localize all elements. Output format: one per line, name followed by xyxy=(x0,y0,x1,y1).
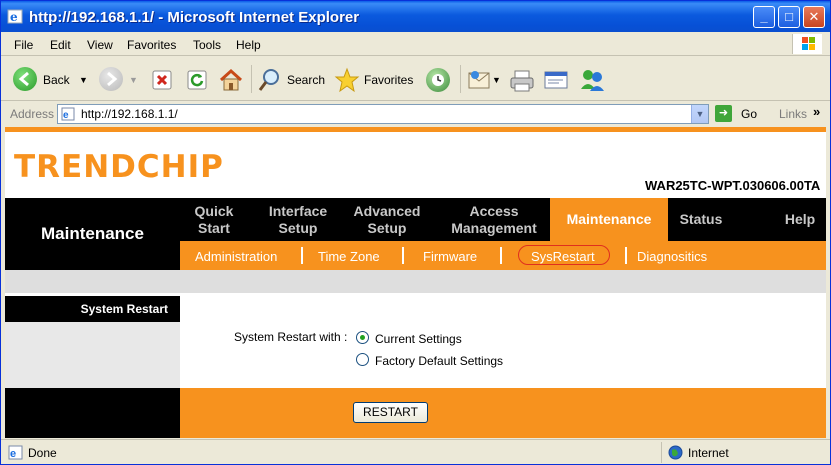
go-arrow-icon[interactable]: ➜ xyxy=(715,105,732,122)
gray-divider xyxy=(5,270,826,293)
messenger-icon[interactable] xyxy=(578,67,606,93)
favorites-button[interactable]: Favorites xyxy=(334,67,416,93)
current-settings-label[interactable]: Current Settings xyxy=(375,332,462,346)
factory-default-label[interactable]: Factory Default Settings xyxy=(375,354,503,368)
forward-arrow-icon xyxy=(99,67,123,91)
browser-window: e http://192.168.1.1/ - Microsoft Intern… xyxy=(0,0,831,465)
restart-with-label: System Restart with : xyxy=(234,330,348,344)
subnav-separator xyxy=(500,247,502,264)
home-icon[interactable] xyxy=(218,67,244,93)
minimize-button[interactable]: _ xyxy=(753,6,775,28)
tab-advanced-setup[interactable]: Advanced Setup xyxy=(347,198,427,241)
sub-nav: Administration Time Zone Firmware SysRes… xyxy=(180,241,826,270)
tab-interface-setup[interactable]: Interface Setup xyxy=(258,198,338,241)
left-panel xyxy=(5,322,180,388)
radio-factory-default[interactable] xyxy=(356,353,369,366)
restart-button[interactable]: RESTART xyxy=(353,402,428,423)
radio-current-settings[interactable] xyxy=(356,331,369,344)
history-icon[interactable] xyxy=(426,68,450,92)
address-label: Address xyxy=(10,107,55,121)
menu-help[interactable]: Help xyxy=(236,38,261,52)
print-icon[interactable] xyxy=(509,69,535,93)
menu-edit[interactable]: Edit xyxy=(50,38,71,52)
back-button[interactable]: Back ▼ xyxy=(13,67,93,93)
mail-icon[interactable]: ▼ xyxy=(467,69,501,91)
toolbar-separator xyxy=(460,65,461,93)
toolbar: Back ▼ ▼ Search Favorites ▼ xyxy=(1,57,830,101)
search-button[interactable]: Search xyxy=(258,67,328,93)
subnav-time-zone[interactable]: Time Zone xyxy=(318,249,380,264)
subnav-firmware[interactable]: Firmware xyxy=(423,249,477,264)
subnav-separator xyxy=(402,247,404,264)
edit-icon[interactable] xyxy=(543,69,569,91)
page-content: TRENDCHIP WAR25TC-WPT.030606.00TA Mainte… xyxy=(5,127,826,438)
menu-file[interactable]: File xyxy=(14,38,33,52)
system-restart-label: System Restart xyxy=(80,302,168,316)
menu-bar: File Edit View Favorites Tools Help xyxy=(1,32,830,56)
model-label: WAR25TC-WPT.030606.00TA xyxy=(645,178,821,193)
tab-access-management[interactable]: Access Management xyxy=(438,198,550,241)
section-title: Maintenance xyxy=(41,224,144,243)
header-accent-bar xyxy=(5,127,826,132)
subnav-separator xyxy=(625,247,627,264)
maximize-button[interactable]: □ xyxy=(778,6,800,28)
svg-text:e: e xyxy=(10,10,18,24)
address-input[interactable]: e http://192.168.1.1/ ▼ xyxy=(57,104,709,124)
svg-text:e: e xyxy=(10,448,16,460)
title-bar: e http://192.168.1.1/ - Microsoft Intern… xyxy=(1,1,830,32)
section-header: Maintenance xyxy=(5,198,180,270)
forward-dropdown-icon[interactable]: ▼ xyxy=(129,75,138,85)
status-separator xyxy=(661,442,662,463)
tab-maintenance[interactable]: Maintenance xyxy=(550,198,668,241)
main-nav: Quick Start Interface Setup Advanced Set… xyxy=(180,198,826,241)
stop-icon[interactable] xyxy=(151,69,173,91)
subnav-administration[interactable]: Administration xyxy=(195,249,277,264)
page-done-icon: e xyxy=(8,445,23,460)
toolbar-separator xyxy=(251,65,252,93)
subnav-separator xyxy=(301,247,303,264)
status-text: Done xyxy=(28,446,57,460)
search-label: Search xyxy=(287,73,326,87)
refresh-icon[interactable] xyxy=(186,69,208,91)
forward-button[interactable]: ▼ xyxy=(99,67,139,93)
tab-quick-start[interactable]: Quick Start xyxy=(180,198,248,241)
subnav-sysrestart[interactable]: SysRestart xyxy=(531,249,595,264)
status-bar: e Done Internet xyxy=(1,439,830,464)
menu-view[interactable]: View xyxy=(87,38,113,52)
menu-favorites[interactable]: Favorites xyxy=(127,38,176,52)
address-url: http://192.168.1.1/ xyxy=(81,107,178,121)
tab-help[interactable]: Help xyxy=(776,198,824,241)
subnav-diagnostics[interactable]: Diagnositics xyxy=(637,249,707,264)
brand-logo: TRENDCHIP xyxy=(14,149,224,185)
star-icon xyxy=(334,67,360,93)
go-button[interactable]: Go xyxy=(741,107,757,121)
ie-icon: e xyxy=(7,9,23,24)
svg-text:▼: ▼ xyxy=(492,75,501,85)
globe-icon xyxy=(668,445,683,460)
footer-bar: RESTART xyxy=(180,388,826,438)
back-label: Back xyxy=(43,73,70,87)
page-icon: e xyxy=(61,107,75,121)
links-button[interactable]: Links xyxy=(779,107,807,121)
links-chevron-icon[interactable]: » xyxy=(813,104,820,119)
favorites-label: Favorites xyxy=(364,73,414,87)
zone-text: Internet xyxy=(688,446,729,460)
footer-left xyxy=(5,388,180,438)
windows-logo-icon xyxy=(792,34,822,54)
svg-text:e: e xyxy=(63,110,69,121)
tab-status[interactable]: Status xyxy=(672,198,730,241)
left-section-header: System Restart xyxy=(5,296,180,322)
address-bar: Address e http://192.168.1.1/ ▼ ➜ Go Lin… xyxy=(1,102,830,126)
close-button[interactable]: ✕ xyxy=(803,6,825,28)
address-dropdown-icon[interactable]: ▼ xyxy=(691,105,708,123)
back-dropdown-icon[interactable]: ▼ xyxy=(79,75,88,85)
back-arrow-icon xyxy=(13,67,37,91)
menu-tools[interactable]: Tools xyxy=(193,38,221,52)
window-title: http://192.168.1.1/ - Microsoft Internet… xyxy=(29,9,360,26)
search-icon xyxy=(258,69,279,91)
